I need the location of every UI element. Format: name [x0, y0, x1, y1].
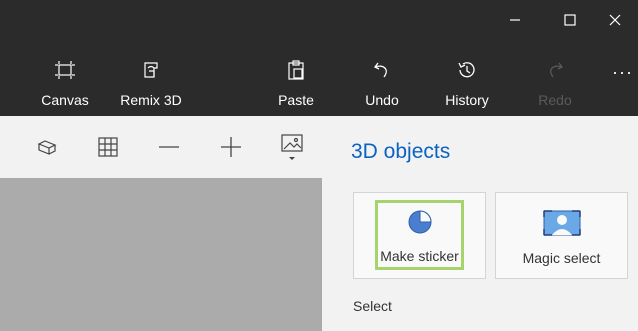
- close-icon[interactable]: [592, 0, 638, 40]
- remix3d-label: Remix 3D: [120, 92, 182, 108]
- magic-select-label: Magic select: [522, 250, 601, 266]
- redo-icon: [544, 54, 566, 86]
- 3d-view-icon[interactable]: [32, 132, 62, 162]
- magic-select-icon: [542, 209, 582, 242]
- undo-button[interactable]: Undo: [362, 54, 402, 114]
- maximize-icon[interactable]: [547, 0, 593, 40]
- panel-title: 3D objects: [351, 140, 451, 163]
- grid-icon[interactable]: [93, 132, 123, 162]
- paste-icon: [285, 54, 307, 86]
- select-section-label: Select: [353, 298, 392, 314]
- redo-label: Redo: [538, 92, 572, 108]
- 3d-objects-panel: 3D objects Make sticker Magic select Sel…: [322, 116, 638, 331]
- canvas-icon: [54, 54, 76, 86]
- history-label: History: [445, 92, 489, 108]
- paste-label: Paste: [278, 92, 314, 108]
- remix3d-button[interactable]: Remix 3D: [118, 54, 184, 114]
- more-options-icon[interactable]: ···: [612, 62, 633, 83]
- title-bar: Canvas Remix 3D Paste Undo History Redo …: [0, 0, 638, 116]
- minus-icon[interactable]: [154, 132, 184, 162]
- make-sticker-label: Make sticker: [380, 248, 459, 264]
- image-dropdown-icon[interactable]: [277, 132, 307, 162]
- canvas-label: Canvas: [41, 92, 89, 108]
- view-toolstrip: [0, 116, 322, 178]
- remix3d-icon: [140, 54, 162, 86]
- minimize-icon[interactable]: [492, 0, 538, 40]
- history-button[interactable]: History: [442, 54, 492, 114]
- drawing-canvas[interactable]: [0, 178, 322, 331]
- plus-icon[interactable]: [216, 132, 246, 162]
- make-sticker-card[interactable]: Make sticker: [353, 192, 486, 279]
- sticker-icon: [405, 209, 435, 240]
- undo-icon: [371, 54, 393, 86]
- canvas-button[interactable]: Canvas: [40, 54, 90, 114]
- redo-button[interactable]: Redo: [536, 54, 574, 114]
- history-icon: [456, 54, 478, 86]
- undo-label: Undo: [365, 92, 399, 108]
- paste-button[interactable]: Paste: [275, 54, 317, 114]
- magic-select-card[interactable]: Magic select: [495, 192, 628, 279]
